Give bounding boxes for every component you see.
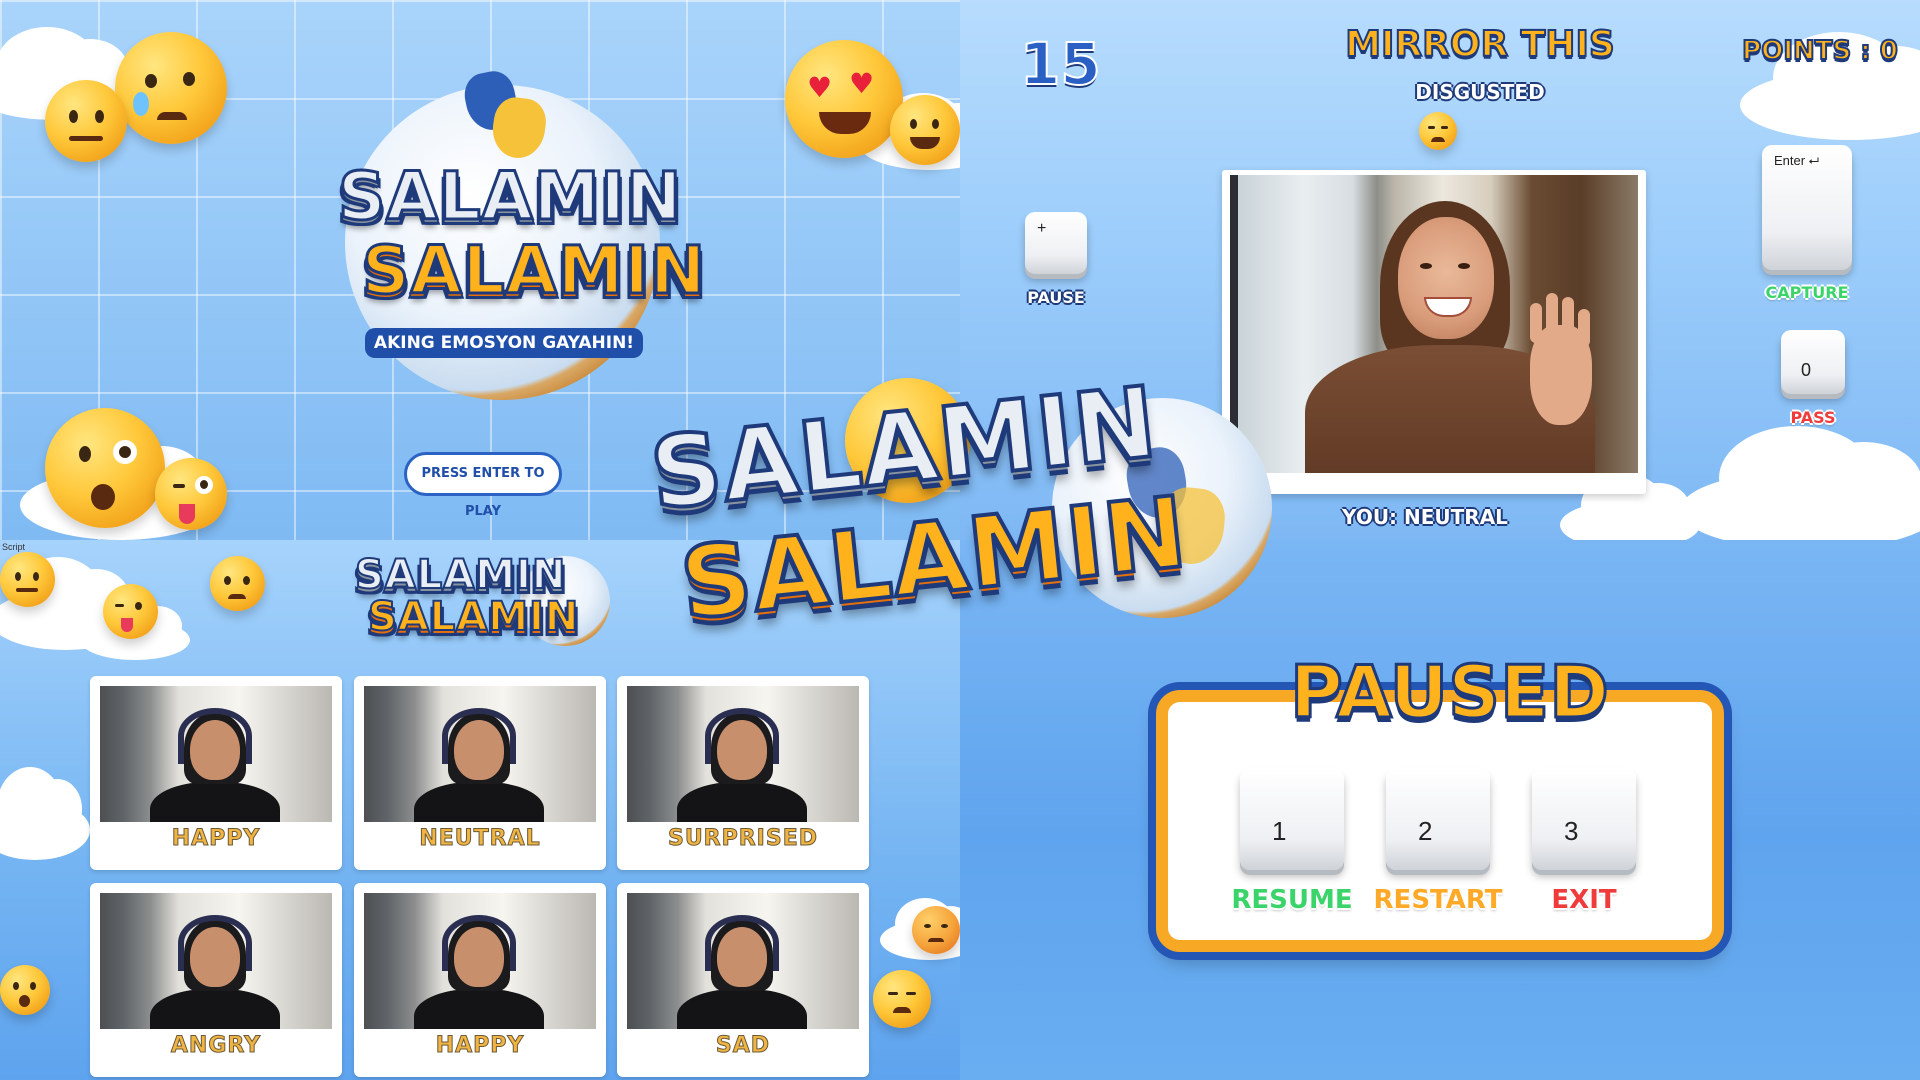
cloud	[1680, 426, 1920, 540]
press-enter-to-play-button[interactable]: PRESS ENTER TO PLAY	[404, 452, 562, 519]
captured-photo	[100, 686, 332, 822]
points-counter: POINTS : 0	[1741, 35, 1899, 67]
capture-label: CAPTURE	[1765, 283, 1849, 302]
pause-key-cap: +	[1037, 220, 1047, 237]
center-logo: SALAMIN SALAMIN	[640, 364, 1280, 670]
disgusted-emoji-icon	[1419, 112, 1457, 150]
capture-enter-key[interactable]: Enter ⮠	[1762, 145, 1852, 270]
angry-emoji-icon	[912, 906, 960, 954]
camera-feed	[1230, 175, 1638, 473]
card-emotion-label: NEUTRAL	[419, 826, 541, 852]
captured-photo	[627, 686, 859, 822]
cloud	[0, 767, 90, 860]
result-card: HAPPY	[354, 883, 606, 1077]
exit-key[interactable]: 3	[1532, 768, 1636, 870]
pass-key[interactable]: 0	[1781, 330, 1845, 394]
pass-key-cap: 0	[1801, 360, 1812, 380]
countdown-timer: 15	[1019, 29, 1102, 99]
result-card: SAD	[617, 883, 869, 1077]
restart-label: RESTART	[1373, 885, 1503, 915]
logo-title-top: SALAMIN	[336, 157, 683, 237]
prompt-title: MIRROR THIS	[1344, 23, 1616, 66]
paused-title: PAUSED	[1289, 649, 1611, 736]
captured-photo	[627, 893, 859, 1029]
logo-title-bottom: SALAMIN	[360, 231, 707, 311]
smile-emoji-icon	[890, 95, 960, 165]
captured-photo	[364, 686, 596, 822]
exit-key-cap: 3	[1564, 816, 1579, 846]
wink-tongue-emoji-icon	[103, 584, 158, 639]
wink-tongue-emoji-icon	[155, 458, 227, 530]
enter-key-cap: Enter ⮠	[1774, 153, 1820, 168]
neutral-emoji-icon	[45, 80, 127, 162]
result-card: HAPPY	[90, 676, 342, 870]
logo-title-bottom: SALAMIN	[367, 593, 580, 641]
resume-key-cap: 1	[1272, 816, 1287, 846]
exit-label: EXIT	[1551, 885, 1617, 915]
crying-emoji-icon	[115, 32, 227, 144]
crying-emoji-icon	[210, 556, 265, 611]
neutral-emoji-icon	[0, 552, 55, 607]
result-card: NEUTRAL	[354, 676, 606, 870]
surprised-emoji-icon	[0, 965, 50, 1015]
script-label: Script	[2, 542, 26, 552]
card-emotion-label: ANGRY	[170, 1033, 262, 1059]
card-emotion-label: HAPPY	[435, 1033, 525, 1059]
card-emotion-label: SAD	[715, 1033, 771, 1059]
person-face	[1398, 217, 1494, 339]
restart-key-cap: 2	[1418, 816, 1433, 846]
cloud	[1560, 472, 1700, 540]
result-card: ANGRY	[90, 883, 342, 1077]
card-emotion-label: HAPPY	[171, 826, 261, 852]
resume-label: RESUME	[1231, 885, 1353, 915]
card-emotion-label: SURPRISED	[667, 826, 819, 852]
tagline: AKING EMOSYON GAYAHIN!	[365, 328, 643, 358]
result-card: SURPRISED	[617, 676, 869, 870]
captured-photo	[100, 893, 332, 1029]
resume-key[interactable]: 1	[1240, 768, 1344, 870]
surprised-emoji-icon	[45, 408, 165, 528]
captured-photo	[364, 893, 596, 1029]
pause-key[interactable]: +	[1025, 212, 1087, 274]
logo-title-top: SALAMIN	[354, 551, 567, 599]
pass-label: PASS	[1790, 408, 1836, 427]
camera-frame	[1222, 170, 1646, 494]
detected-emotion: YOU: NEUTRAL	[1342, 505, 1508, 529]
restart-key[interactable]: 2	[1386, 768, 1490, 870]
heart-eyes-emoji-icon: ♥ ♥	[785, 40, 903, 158]
disgusted-emoji-icon	[873, 970, 931, 1028]
cloud	[1740, 31, 1920, 140]
pause-label: PAUSE	[1027, 288, 1085, 307]
target-emotion: DISGUSTED	[1415, 80, 1545, 104]
